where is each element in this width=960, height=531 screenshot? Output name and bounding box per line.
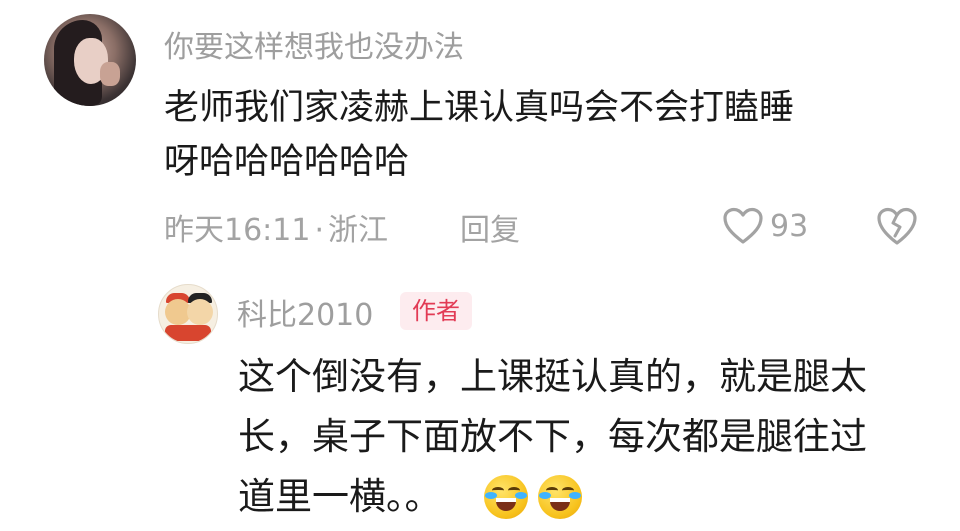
avatar-hand bbox=[100, 62, 120, 86]
comment-meta: 昨天16:11 · 浙江 bbox=[164, 205, 388, 249]
reply-text-line-1: 这个倒没有，上课挺认真的，就是腿太 bbox=[238, 355, 867, 398]
heart-outline-icon bbox=[723, 207, 763, 244]
avatar-body bbox=[165, 325, 211, 341]
laughing-crying-emoji-icon bbox=[538, 475, 582, 519]
comment-thread: 你要这样想我也没办法 老师我们家凌赫上课认真吗会不会打瞌睡 呀哈哈哈哈哈哈 昨天… bbox=[0, 0, 960, 531]
reply-author-username[interactable]: 科比2010 bbox=[237, 290, 373, 334]
commenter-username[interactable]: 你要这样想我也没办法 bbox=[164, 22, 464, 66]
dislike-button[interactable] bbox=[876, 206, 918, 246]
commenter-avatar[interactable] bbox=[44, 14, 136, 106]
laughing-crying-emoji-icon bbox=[484, 475, 528, 519]
reply-text-line-2: 长，桌子下面放不下，每次都是腿往过 bbox=[238, 415, 867, 458]
comment-text-line-2: 呀哈哈哈哈哈哈 bbox=[164, 142, 410, 182]
like-button[interactable]: 93 bbox=[722, 204, 808, 248]
broken-heart-icon bbox=[877, 207, 917, 245]
comment-location: 浙江 bbox=[328, 213, 389, 248]
author-badge: 作者 bbox=[400, 292, 472, 330]
reply-author-avatar[interactable] bbox=[158, 284, 218, 344]
emoji-teeth bbox=[550, 498, 570, 502]
emoji-tear bbox=[569, 492, 581, 499]
reply-text-line-3: 道里一横。。 bbox=[238, 475, 442, 518]
emoji-teeth bbox=[496, 498, 516, 502]
reply-button[interactable]: 回复 bbox=[460, 205, 520, 249]
emoji-tear bbox=[515, 492, 527, 499]
avatar-head-right bbox=[187, 299, 213, 325]
meta-separator: · bbox=[314, 213, 325, 248]
like-count: 93 bbox=[770, 208, 809, 244]
comment-time: 昨天16:11 bbox=[164, 213, 311, 248]
comment-text-line-1: 老师我们家凌赫上课认真吗会不会打瞌睡 bbox=[164, 88, 795, 128]
